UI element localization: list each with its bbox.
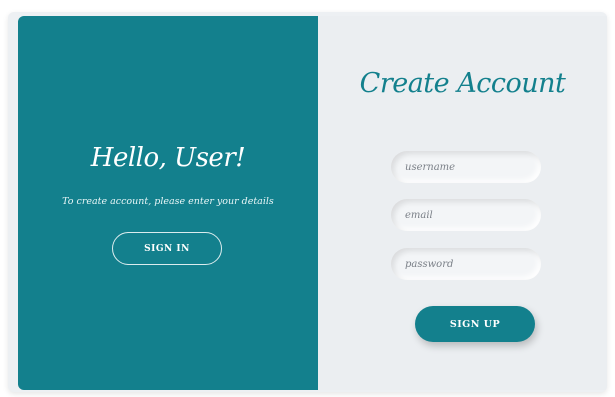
- username-field-wrapper: [391, 151, 541, 183]
- auth-card: Hello, User! To create account, please e…: [8, 12, 607, 392]
- password-field-wrapper: [391, 248, 541, 280]
- sign-in-button[interactable]: SIGN IN: [112, 232, 222, 265]
- password-input[interactable]: [403, 257, 529, 271]
- username-input[interactable]: [403, 160, 529, 174]
- sign-up-button[interactable]: SIGN UP: [415, 306, 535, 342]
- page: Hello, User! To create account, please e…: [0, 0, 615, 397]
- email-field-wrapper: [391, 199, 541, 231]
- welcome-subtitle: To create account, please enter your det…: [62, 196, 274, 207]
- welcome-title: Hello, User!: [90, 143, 246, 173]
- signup-panel: Create Account SIGN UP: [318, 16, 607, 390]
- email-input[interactable]: [403, 208, 529, 222]
- welcome-panel: Hello, User! To create account, please e…: [18, 16, 318, 390]
- create-account-title: Create Account: [359, 68, 566, 99]
